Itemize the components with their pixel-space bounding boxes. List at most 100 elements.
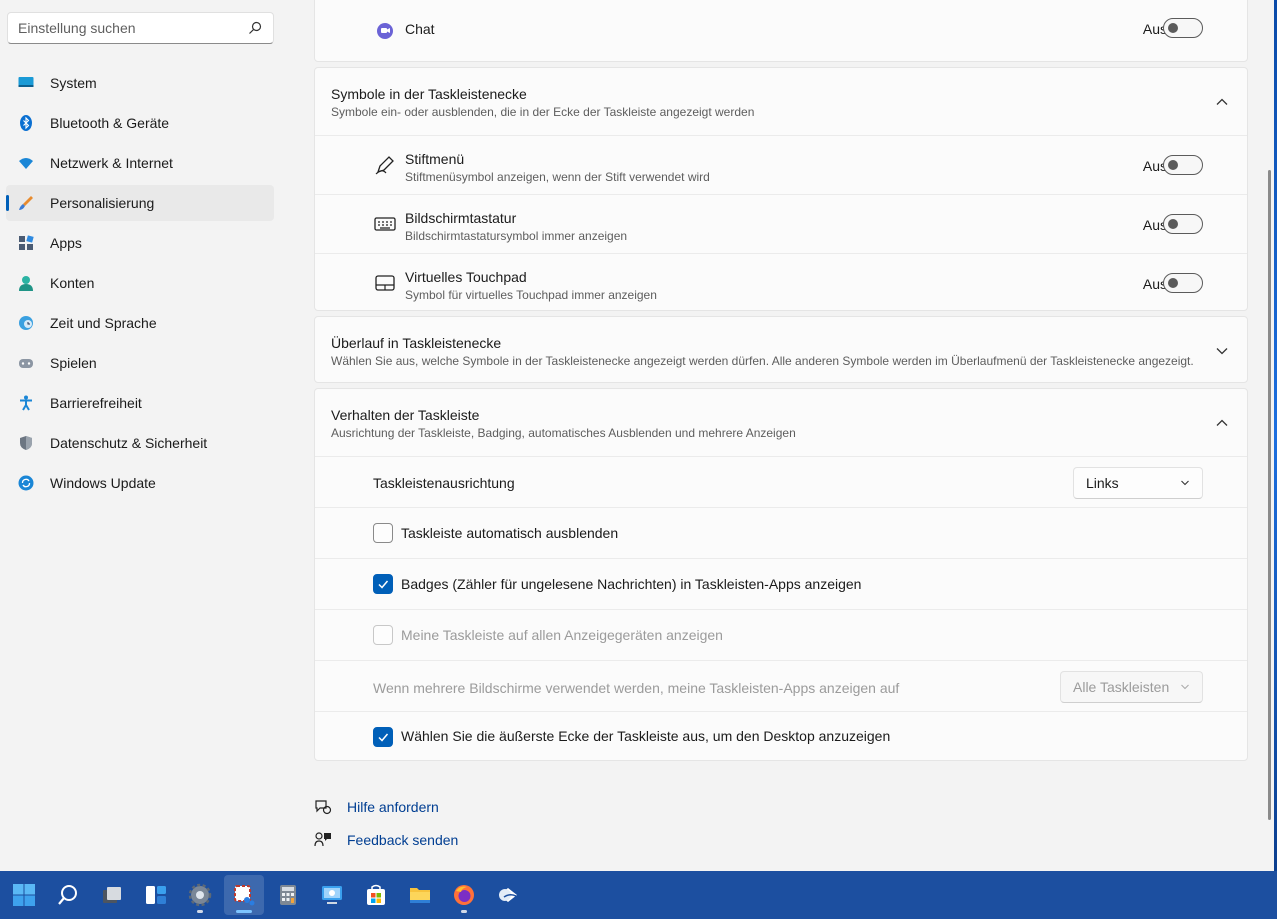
calculator-icon xyxy=(280,885,296,905)
pen-menu-row: Stiftmenü Stiftmenüsymbol anzeigen, wenn… xyxy=(315,135,1247,194)
settings-icon xyxy=(188,883,212,907)
brush-icon xyxy=(18,195,34,211)
badges-label: Badges (Zähler für ungelesene Nachrichte… xyxy=(401,576,862,592)
search-box[interactable] xyxy=(7,12,274,44)
corner-icons-card: Symbole in der Taskleistenecke Symbole e… xyxy=(314,67,1248,311)
checkmark-icon xyxy=(378,580,389,589)
chevron-down-icon[interactable] xyxy=(1215,344,1229,358)
alignment-dropdown[interactable]: Links xyxy=(1073,467,1203,499)
wifi-icon xyxy=(18,155,34,171)
sidebar-item-label: Apps xyxy=(50,235,82,251)
chevron-down-icon xyxy=(1181,480,1189,486)
help-link-text[interactable]: Hilfe anfordern xyxy=(347,799,439,815)
sidebar-item-system[interactable]: System xyxy=(6,65,274,101)
autohide-checkbox[interactable] xyxy=(373,523,393,543)
sidebar-item-label: Personalisierung xyxy=(50,195,155,211)
remote-desktop-button[interactable] xyxy=(312,875,352,915)
chevron-up-icon[interactable] xyxy=(1215,416,1229,430)
corner-icons-title: Symbole in der Taskleistenecke xyxy=(331,86,527,102)
chat-card: Chat Aus xyxy=(314,0,1248,62)
sidebar-item-label: Netzwerk & Internet xyxy=(50,155,173,171)
pen-icon xyxy=(373,153,397,177)
sidebar-item-windows-update[interactable]: Windows Update xyxy=(6,465,274,501)
sidebar-item-bluetooth[interactable]: Bluetooth & Geräte xyxy=(6,105,274,141)
alignment-value: Links xyxy=(1086,475,1119,491)
chat-icon xyxy=(373,19,397,43)
chat-toggle[interactable] xyxy=(1163,18,1203,38)
sidebar-item-label: Konten xyxy=(50,275,95,291)
sidebar-item-label: Datenschutz & Sicherheit xyxy=(50,435,208,451)
all-displays-checkbox[interactable] xyxy=(373,625,393,645)
checkmark-icon xyxy=(378,733,389,742)
feedback-link-text[interactable]: Feedback senden xyxy=(347,832,458,848)
badges-checkbox[interactable] xyxy=(373,574,393,594)
account-icon xyxy=(18,275,34,291)
taskbar xyxy=(0,871,1277,919)
file-explorer-button[interactable] xyxy=(400,875,440,915)
running-indicator xyxy=(197,910,203,913)
store-button[interactable] xyxy=(356,875,396,915)
search-input[interactable] xyxy=(18,20,247,36)
all-displays-label: Meine Taskleiste auf allen Anzeigegeräte… xyxy=(401,627,723,643)
multi-display-value: Alle Taskleisten xyxy=(1073,679,1170,695)
multi-display-dropdown[interactable]: Alle Taskleisten xyxy=(1060,671,1203,703)
sidebar-item-accessibility[interactable]: Barrierefreiheit xyxy=(6,385,274,421)
calculator-button[interactable] xyxy=(268,875,308,915)
overflow-card[interactable]: Überlauf in Taskleistenecke Wählen Sie a… xyxy=(314,316,1248,383)
sidebar-item-time-language[interactable]: Zeit und Sprache xyxy=(6,305,274,341)
sidebar-item-accounts[interactable]: Konten xyxy=(6,265,274,301)
behavior-header[interactable]: Verhalten der Taskleiste Ausrichtung der… xyxy=(315,389,1247,457)
chevron-up-icon[interactable] xyxy=(1215,95,1229,109)
running-indicator xyxy=(461,910,467,913)
widgets-button[interactable] xyxy=(136,875,176,915)
touch-keyboard-title: Bildschirmtastatur xyxy=(405,210,517,226)
multi-display-label: Wenn mehrere Bildschirme verwendet werde… xyxy=(373,680,900,696)
sidebar-item-gaming[interactable]: Spielen xyxy=(6,345,274,381)
task-view-button[interactable] xyxy=(92,875,132,915)
start-button[interactable] xyxy=(4,875,44,915)
search-icon[interactable] xyxy=(247,20,263,36)
all-displays-row: Meine Taskleiste auf allen Anzeigegeräte… xyxy=(315,609,1247,660)
sidebar-item-apps[interactable]: Apps xyxy=(6,225,274,261)
virtual-touchpad-title: Virtuelles Touchpad xyxy=(405,269,527,285)
help-link[interactable]: Hilfe anfordern xyxy=(314,790,458,823)
shield-icon xyxy=(18,435,34,451)
system-icon xyxy=(18,75,34,91)
pen-menu-title: Stiftmenü xyxy=(405,151,465,167)
snipping-tool-button[interactable] xyxy=(224,875,264,915)
corner-icons-header[interactable]: Symbole in der Taskleistenecke Symbole e… xyxy=(315,68,1247,136)
firefox-button[interactable] xyxy=(444,875,484,915)
firefox-icon xyxy=(454,885,474,905)
remote-desktop-icon xyxy=(322,886,342,904)
show-desktop-checkbox[interactable] xyxy=(373,727,393,747)
touch-keyboard-toggle[interactable] xyxy=(1163,214,1203,234)
bluetooth-icon xyxy=(18,115,34,131)
apps-icon xyxy=(18,235,34,251)
alignment-label: Taskleistenausrichtung xyxy=(373,475,515,491)
clock-globe-icon xyxy=(18,315,34,331)
store-icon xyxy=(367,884,385,905)
sidebar-item-personalization[interactable]: Personalisierung xyxy=(6,185,274,221)
keyboard-icon xyxy=(373,212,397,236)
outlook-button[interactable] xyxy=(488,875,528,915)
touch-keyboard-subtitle: Bildschirmtastatursymbol immer anzeigen xyxy=(405,229,628,243)
touch-keyboard-row: Bildschirmtastatur Bildschirmtastatursym… xyxy=(315,194,1247,253)
widgets-icon xyxy=(146,886,166,904)
scrollbar[interactable] xyxy=(1268,170,1271,820)
sidebar: System Bluetooth & Geräte Netzwerk & Int… xyxy=(0,0,300,871)
virtual-touchpad-toggle[interactable] xyxy=(1163,273,1203,293)
sidebar-item-network[interactable]: Netzwerk & Internet xyxy=(6,145,274,181)
feedback-icon xyxy=(314,831,331,846)
autohide-label: Taskleiste automatisch ausblenden xyxy=(401,525,619,541)
chat-row: Chat Aus xyxy=(315,1,1247,61)
settings-taskbar-button[interactable] xyxy=(180,875,220,915)
start-icon xyxy=(13,884,35,906)
pen-menu-toggle[interactable] xyxy=(1163,155,1203,175)
sidebar-item-label: Barrierefreiheit xyxy=(50,395,142,411)
sidebar-item-label: Windows Update xyxy=(50,475,156,491)
feedback-link[interactable]: Feedback senden xyxy=(314,823,458,856)
sidebar-item-privacy[interactable]: Datenschutz & Sicherheit xyxy=(6,425,274,461)
overflow-subtitle: Wählen Sie aus, welche Symbole in der Ta… xyxy=(331,354,1194,368)
chat-title: Chat xyxy=(405,21,435,37)
taskbar-search-button[interactable] xyxy=(48,875,88,915)
